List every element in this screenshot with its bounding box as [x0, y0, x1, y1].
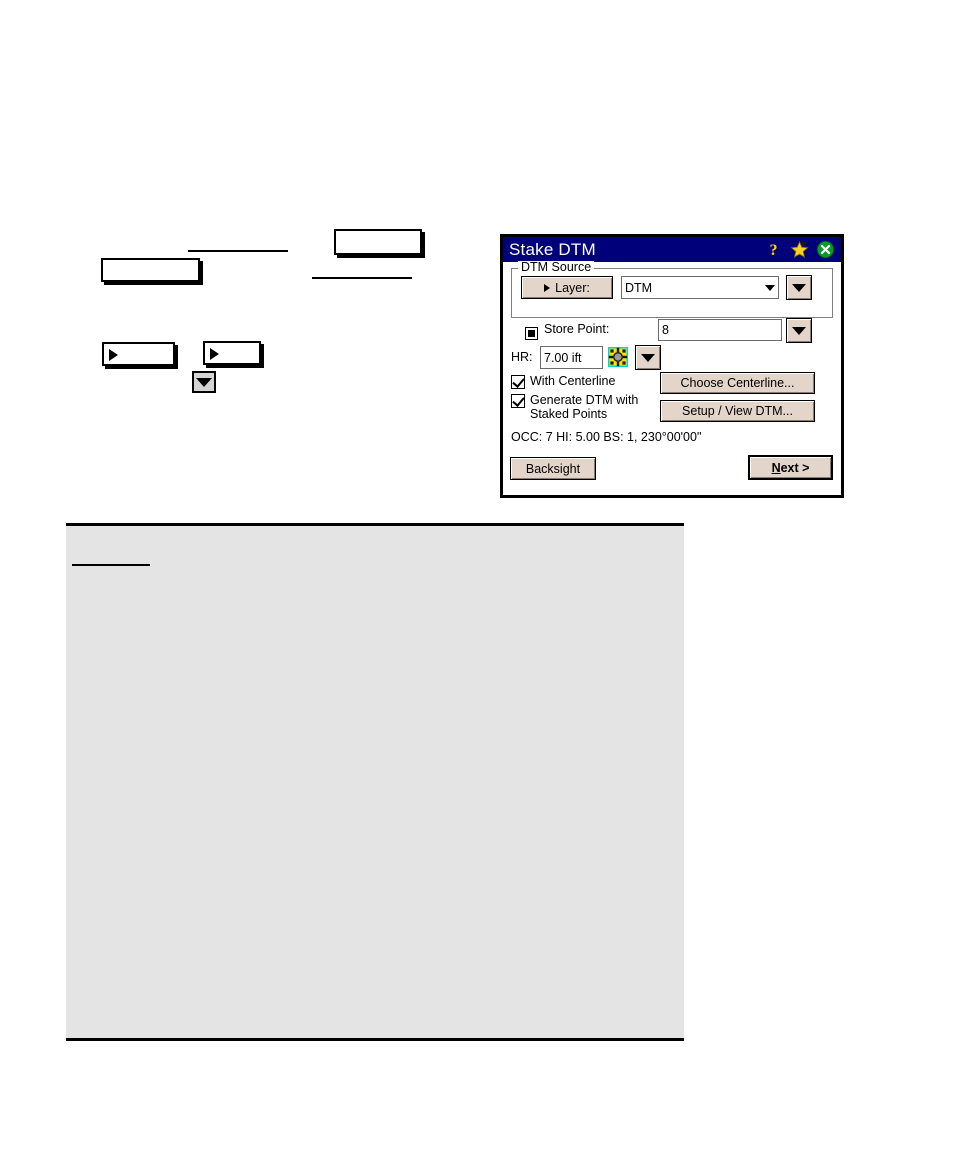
backsight-button[interactable]: Backsight [510, 457, 596, 480]
content-panel [66, 523, 684, 1041]
generate-dtm-label-line2: Staked Points [530, 407, 608, 421]
hr-input[interactable]: 7.00 ift [540, 346, 603, 369]
combo-arrow-zone[interactable] [761, 277, 778, 298]
hr-label: HR: [511, 350, 533, 364]
dtm-source-group-label: DTM Source [518, 261, 595, 274]
help-icon[interactable]: ? [764, 240, 783, 259]
dialog-title: Stake DTM [509, 240, 596, 259]
with-centerline-label: With Centerline [530, 374, 616, 388]
setup-view-dtm-button[interactable]: Setup / View DTM... [660, 400, 815, 422]
play-triangle-icon [544, 283, 551, 292]
chevron-down-icon [792, 283, 806, 292]
callout-box-top-right [334, 229, 422, 255]
play-triangle-icon [210, 348, 219, 360]
panel-underline [72, 564, 150, 566]
rule-line-upper [188, 250, 288, 252]
dialog-body: DTM Source Layer: DTM Store Point: 8 HR:… [503, 261, 841, 495]
store-point-radio-marker[interactable] [525, 327, 538, 340]
chevron-down-icon [764, 284, 775, 291]
generate-dtm-checkbox-row[interactable]: Generate DTM with Staked Points [511, 393, 638, 422]
next-button[interactable]: Next > [748, 455, 833, 480]
callout-box-lower-mid[interactable] [203, 341, 261, 365]
target-crosshair-icon[interactable] [608, 347, 628, 367]
favorites-star-icon[interactable] [790, 240, 809, 259]
callout-box-lower-left[interactable] [102, 342, 175, 366]
stake-dtm-dialog: Stake DTM ? DTM Source Layer: DTM Store … [500, 234, 844, 498]
dropdown-chip[interactable] [192, 371, 216, 393]
backsight-label: Backsight [526, 462, 580, 476]
generate-dtm-label: Generate DTM with Staked Points [530, 393, 638, 422]
layer-button[interactable]: Layer: [521, 276, 613, 299]
layer-button-label: Layer: [555, 280, 590, 295]
backsight-label-post: ht [569, 461, 581, 476]
chevron-down-icon [196, 377, 212, 387]
svg-text:?: ? [769, 242, 777, 259]
generate-dtm-checkbox[interactable] [511, 394, 525, 408]
close-icon[interactable] [816, 240, 835, 259]
store-point-label: Store Point: [544, 322, 610, 336]
with-centerline-checkbox[interactable] [511, 375, 525, 389]
titlebar-icon-group: ? [764, 240, 839, 259]
next-label-key: N [771, 460, 781, 475]
callout-box-left [101, 258, 200, 282]
layer-combo[interactable]: DTM [621, 276, 779, 299]
hr-dropdown-button[interactable] [635, 345, 661, 370]
with-centerline-checkbox-row[interactable]: With Centerline [511, 374, 615, 389]
next-label-post: ext > [780, 460, 810, 475]
generate-dtm-label-line1: Generate DTM with [530, 393, 639, 407]
occupation-status-line: OCC: 7 HI: 5.00 BS: 1, 230°00'00" [511, 430, 702, 444]
setup-view-dtm-label: Setup / View DTM... [682, 404, 793, 418]
rule-line-right [312, 277, 412, 279]
hr-value: 7.00 ift [544, 350, 582, 365]
chevron-down-icon [792, 326, 806, 335]
next-label: Next > [772, 461, 810, 475]
layer-combo-value: DTM [625, 280, 653, 295]
backsight-label-pre: Backsi [525, 461, 563, 476]
backsight-label-key: g [562, 461, 570, 476]
choose-centerline-label: Choose Centerline... [680, 376, 795, 390]
chevron-down-icon [641, 353, 655, 362]
dialog-titlebar: Stake DTM ? [503, 237, 841, 262]
store-point-input[interactable]: 8 [658, 319, 782, 341]
choose-centerline-button[interactable]: Choose Centerline... [660, 372, 815, 394]
store-point-value: 8 [662, 323, 669, 337]
layer-dropdown-button[interactable] [786, 275, 812, 300]
play-triangle-icon [109, 349, 118, 361]
store-point-dropdown-button[interactable] [786, 318, 812, 343]
